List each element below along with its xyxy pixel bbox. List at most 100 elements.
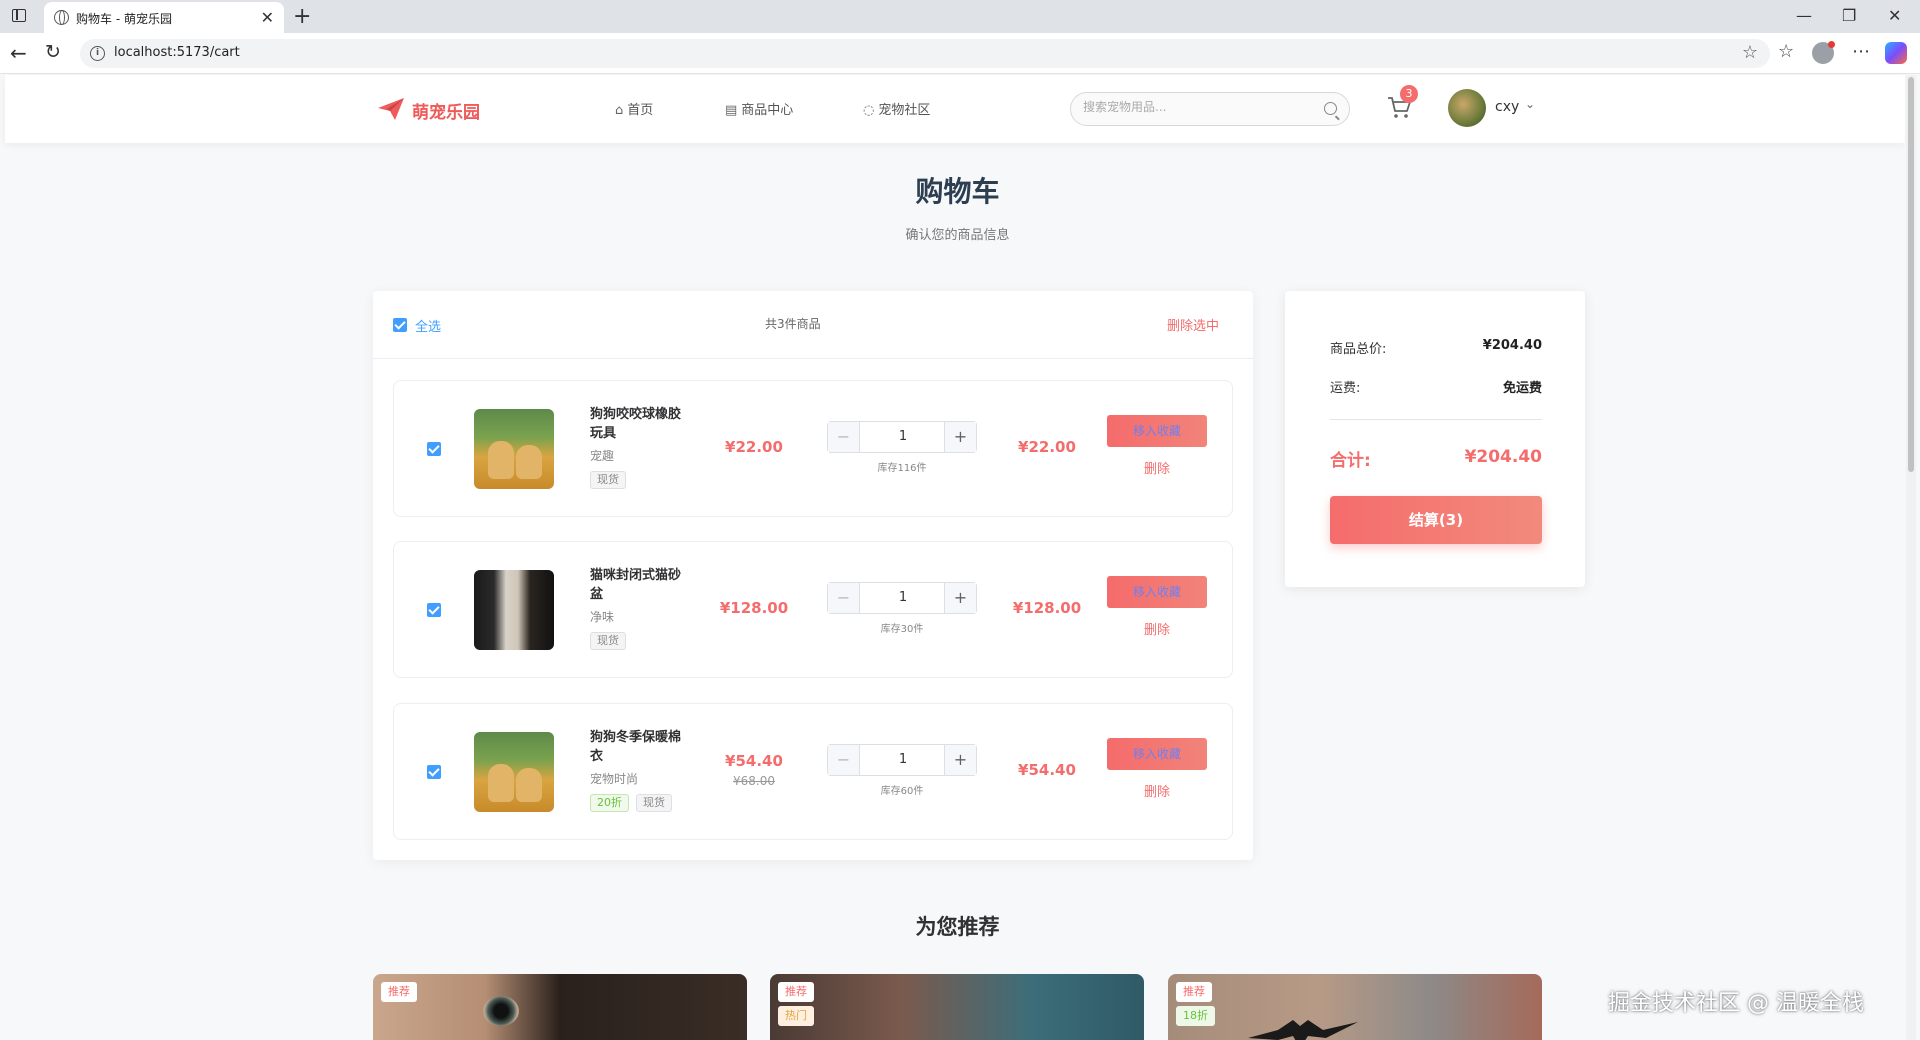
item-count-text: 共3件商品: [765, 317, 821, 331]
delete-item-button[interactable]: 删除: [1107, 781, 1207, 800]
item-checkbox[interactable]: [427, 603, 441, 617]
cart-panel: 全选 共3件商品 删除选中 狗狗咬咬球橡胶玩具 宠趣 现货 ¥22.00 − 1…: [373, 291, 1253, 860]
product-name[interactable]: 猫咪封闭式猫砂盆: [590, 566, 690, 604]
username[interactable]: cxy: [1495, 99, 1519, 115]
nav-community[interactable]: ◌ 宠物社区: [863, 99, 930, 118]
quantity-value[interactable]: 1: [860, 752, 946, 767]
favorites-icon[interactable]: ☆: [1778, 41, 1794, 62]
more-menu-icon[interactable]: ⋯: [1852, 41, 1870, 62]
new-tab-icon[interactable]: +: [293, 4, 311, 29]
decrease-button[interactable]: −: [828, 422, 860, 452]
recommend-badge: 推荐: [381, 982, 417, 1002]
delete-item-button[interactable]: 删除: [1107, 619, 1207, 638]
recommend-card[interactable]: 推荐 热门: [770, 974, 1144, 1040]
select-all-checkbox[interactable]: [393, 318, 407, 332]
stock-tag: 现货: [590, 632, 626, 650]
increase-button[interactable]: +: [944, 745, 976, 775]
person-silhouette-image: [1248, 1020, 1358, 1040]
item-subtotal: ¥22.00: [1018, 438, 1076, 456]
browser-profile-icon[interactable]: [1812, 41, 1835, 64]
select-all-label[interactable]: 全选: [415, 316, 441, 335]
quantity-stepper: − 1 +: [827, 421, 977, 453]
url-text: localhost:5173/cart: [114, 45, 240, 60]
nav-home[interactable]: ⌂ 首页: [615, 99, 653, 118]
restore-icon[interactable]: ❐: [1842, 6, 1856, 25]
product-image[interactable]: [474, 570, 554, 650]
quantity-stepper: − 1 +: [827, 744, 977, 776]
close-window-icon[interactable]: ✕: [1888, 6, 1901, 25]
product-name[interactable]: 狗狗冬季保暖棉衣: [590, 728, 690, 766]
home-icon: ⌂: [615, 103, 624, 118]
recommend-card[interactable]: 推荐: [373, 974, 747, 1040]
total-label: 合计:: [1330, 451, 1371, 471]
scrollbar-thumb[interactable]: [1908, 77, 1914, 472]
favorite-star-icon[interactable]: ☆: [1742, 42, 1758, 63]
paper-plane-icon: [378, 98, 404, 120]
tab-actions-icon[interactable]: [12, 9, 26, 22]
unit-price: ¥22.00: [725, 438, 783, 456]
move-to-favorites-button[interactable]: 移入收藏: [1107, 738, 1207, 770]
site-logo[interactable]: 萌宠乐园: [412, 98, 480, 123]
cart-count-badge: 3: [1400, 85, 1418, 103]
hot-badge: 热门: [778, 1006, 814, 1026]
tab-title: 购物车 - 萌宠乐园: [76, 12, 172, 26]
cart-item: 猫咪封闭式猫砂盆 净味 现货 ¥128.00 − 1 + 库存30件 ¥128.…: [393, 541, 1233, 678]
avatar[interactable]: [1448, 89, 1486, 127]
product-image[interactable]: [474, 409, 554, 489]
increase-button[interactable]: +: [944, 583, 976, 613]
stock-text: 库存60件: [880, 786, 924, 797]
browser-tab[interactable]: 购物车 - 萌宠乐园 ✕: [44, 2, 284, 33]
search-icon[interactable]: [1324, 102, 1337, 115]
product-brand: 净味: [590, 610, 615, 624]
search-input[interactable]: [1083, 100, 1313, 114]
cart-item: 狗狗咬咬球橡胶玩具 宠趣 现货 ¥22.00 − 1 + 库存116件 ¥22.…: [393, 380, 1233, 517]
decrease-button[interactable]: −: [828, 583, 860, 613]
item-checkbox[interactable]: [427, 765, 441, 779]
stock-tag: 现货: [590, 471, 626, 489]
site-info-icon[interactable]: i: [90, 46, 105, 61]
goods-total-value: ¥204.40: [1482, 338, 1542, 353]
discount-badge: 18折: [1176, 1006, 1215, 1026]
delete-selected-button[interactable]: 删除选中: [1167, 315, 1219, 334]
product-image[interactable]: [474, 732, 554, 812]
unit-price: ¥128.00: [719, 599, 789, 617]
quantity-value[interactable]: 1: [860, 590, 946, 605]
item-checkbox[interactable]: [427, 442, 441, 456]
product-brand: 宠物时尚: [590, 772, 639, 786]
move-to-favorites-button[interactable]: 移入收藏: [1107, 415, 1207, 447]
chevron-down-icon[interactable]: ⌄: [1525, 97, 1535, 111]
order-summary: 商品总价: ¥204.40 运费: 免运费 合计: ¥204.40 结算(3): [1285, 291, 1585, 587]
decrease-button[interactable]: −: [828, 745, 860, 775]
copilot-icon[interactable]: [1885, 42, 1907, 64]
minimize-icon[interactable]: —: [1796, 6, 1812, 25]
browser-tab-bar: 购物车 - 萌宠乐园 ✕ + — ❐ ✕: [0, 0, 1920, 33]
stock-text: 库存116件: [877, 463, 927, 474]
recommend-card[interactable]: 推荐 18折: [1168, 974, 1542, 1040]
nav-shop[interactable]: ▤ 商品中心: [725, 99, 793, 118]
page-scrollbar[interactable]: [1906, 75, 1916, 1040]
item-subtotal: ¥54.40: [1018, 761, 1076, 779]
checkout-button[interactable]: 结算(3): [1330, 496, 1542, 544]
back-arrow-icon[interactable]: ←: [10, 41, 27, 65]
recommend-title: 为您推荐: [915, 915, 1000, 939]
quantity-value[interactable]: 1: [860, 429, 946, 444]
quantity-stepper: − 1 +: [827, 582, 977, 614]
url-field[interactable]: i localhost:5173/cart ☆: [80, 39, 1770, 68]
watermark: 掘金技术社区 @ 温暖全栈: [1608, 991, 1864, 1016]
delete-item-button[interactable]: 删除: [1107, 458, 1207, 477]
shipping-label: 运费:: [1330, 381, 1361, 396]
shop-icon: ▤: [725, 103, 738, 118]
product-brand: 宠趣: [590, 449, 615, 463]
reload-icon[interactable]: ↻: [45, 41, 61, 63]
product-name[interactable]: 狗狗咬咬球橡胶玩具: [590, 405, 690, 443]
total-value: ¥204.40: [1464, 447, 1542, 467]
goods-total-label: 商品总价:: [1330, 342, 1387, 357]
close-tab-icon[interactable]: ✕: [261, 8, 274, 27]
cart-item: 狗狗冬季保暖棉衣 宠物时尚 20折 现货 ¥54.40 ¥68.00 − 1 +…: [393, 703, 1233, 840]
globe-icon: [54, 10, 69, 25]
address-bar: ← ↻ i localhost:5173/cart ☆ ☆ ⋯: [0, 33, 1920, 74]
page-title: 购物车: [915, 175, 1000, 208]
summary-divider: [1330, 419, 1542, 420]
increase-button[interactable]: +: [944, 422, 976, 452]
move-to-favorites-button[interactable]: 移入收藏: [1107, 576, 1207, 608]
